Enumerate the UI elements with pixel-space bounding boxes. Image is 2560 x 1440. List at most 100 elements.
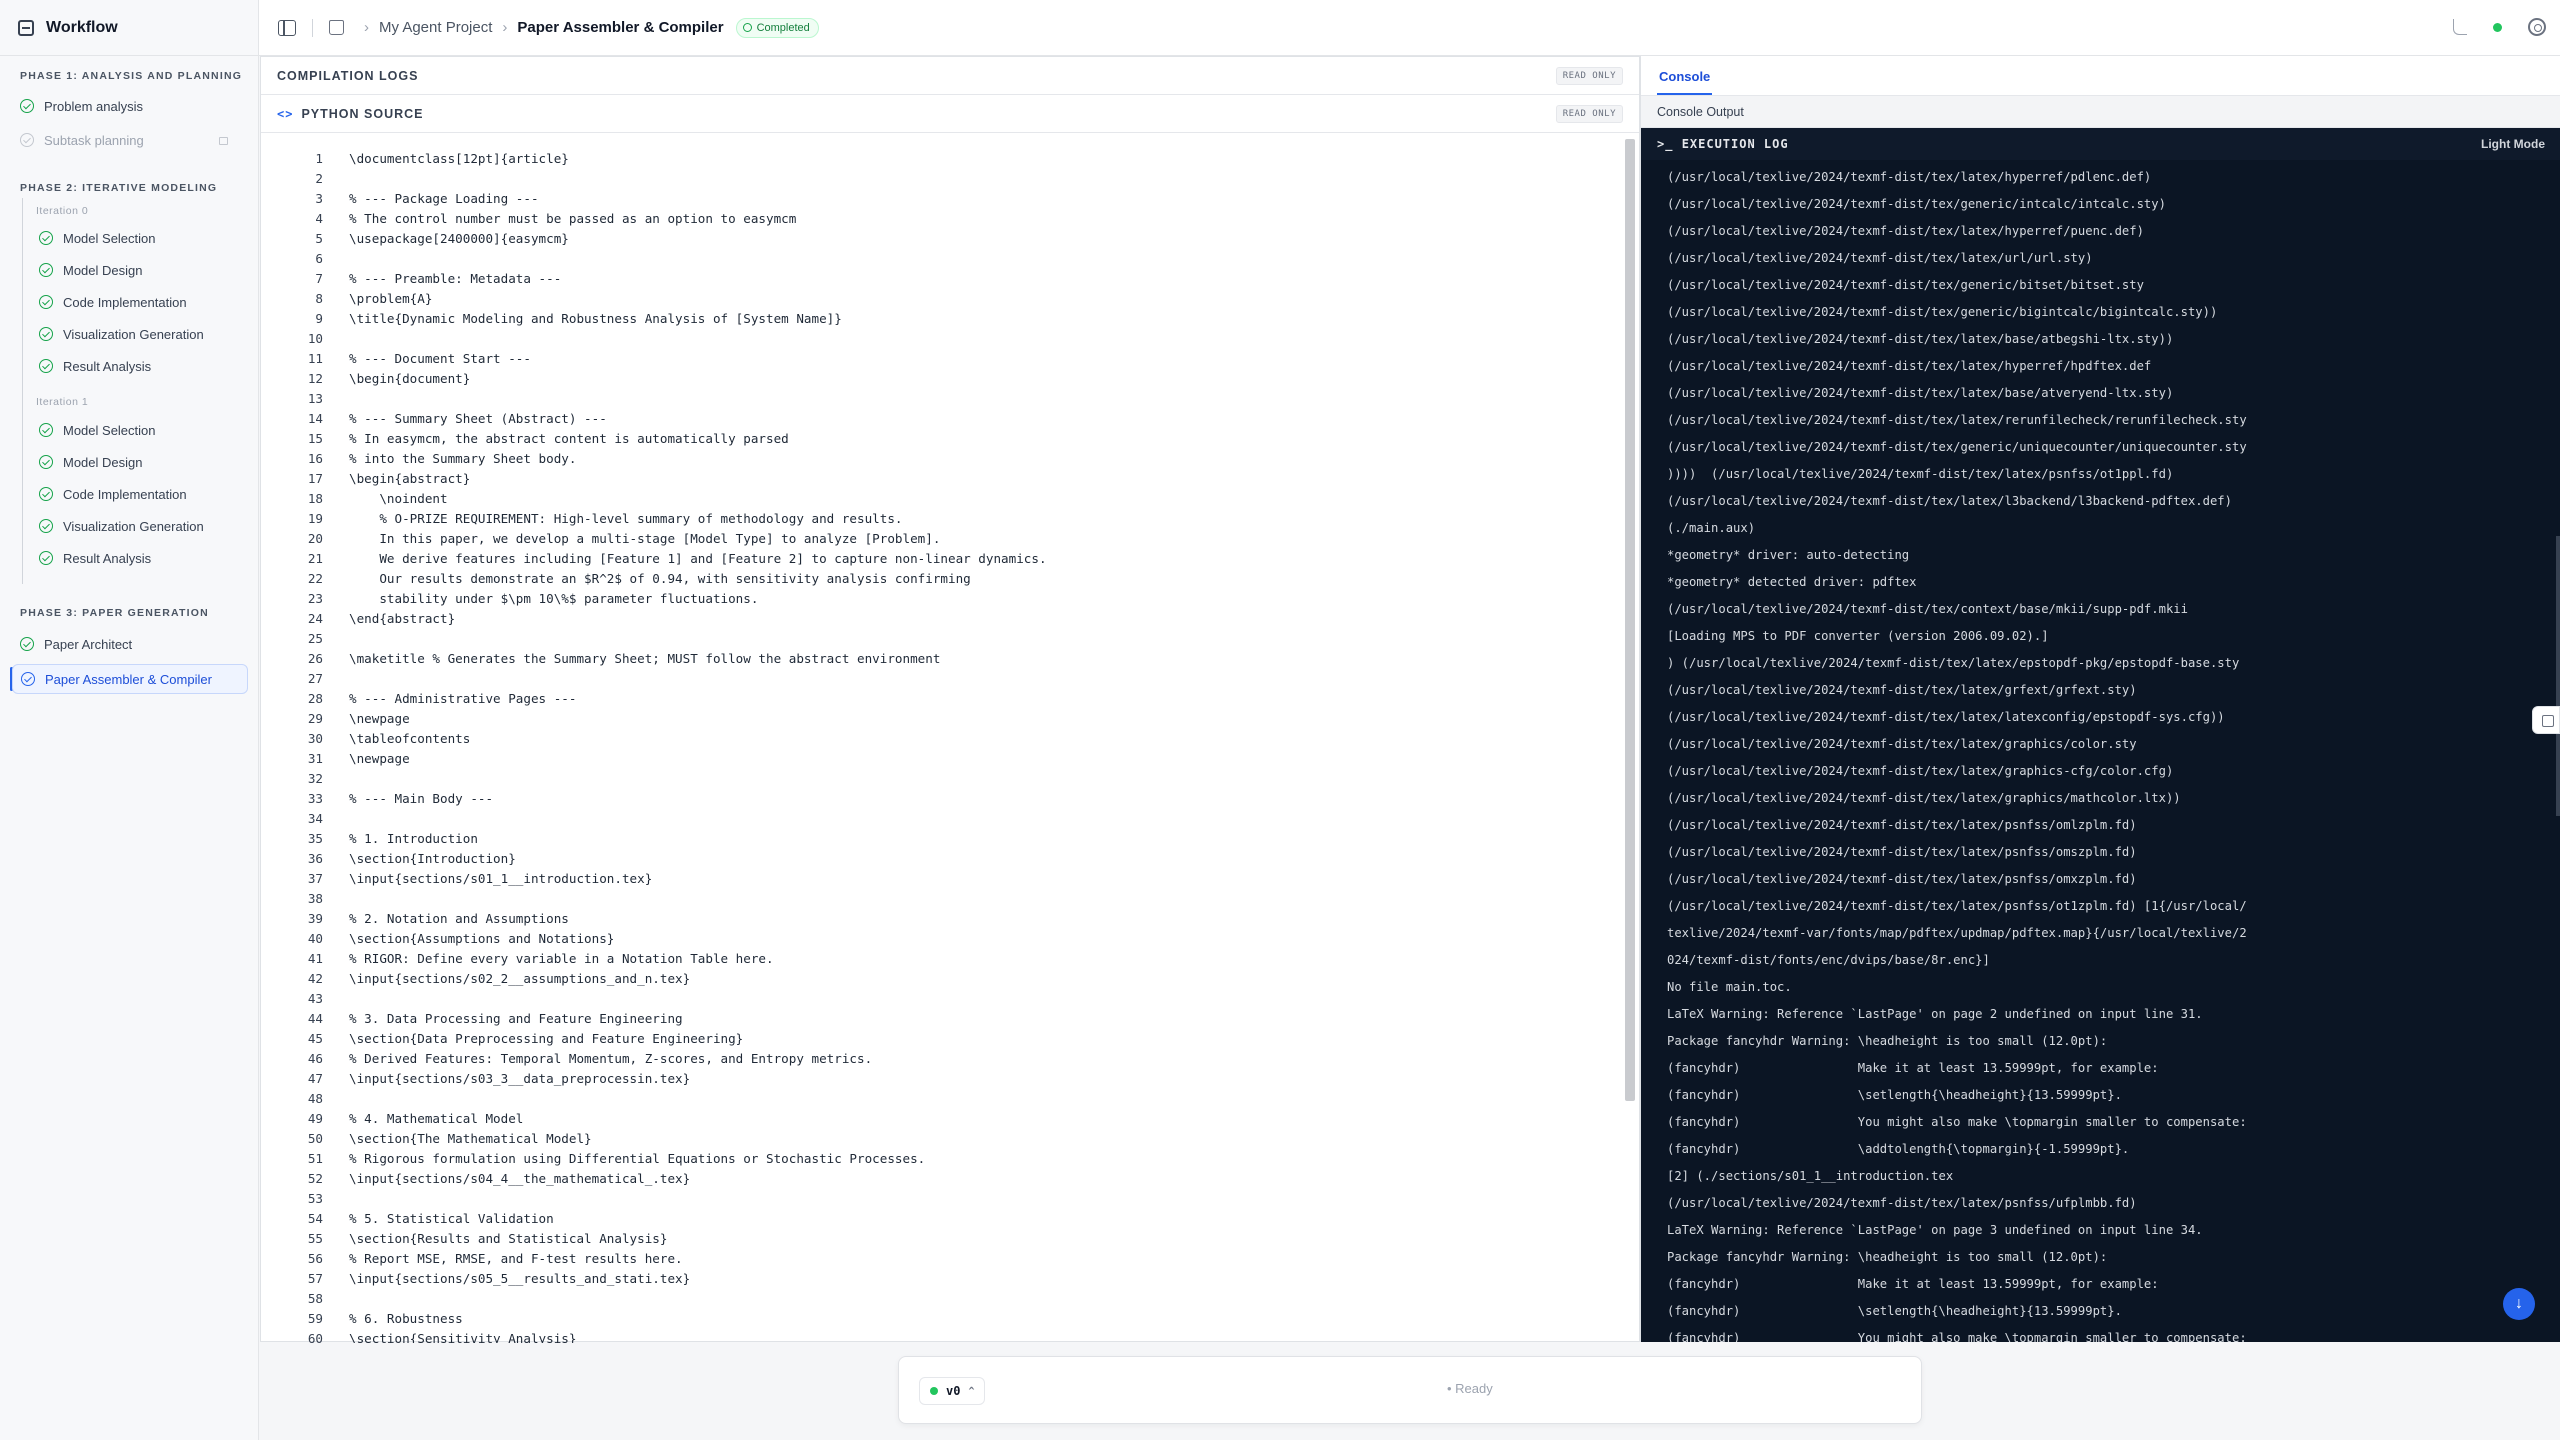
code-line: 39 % 2. Notation and Assumptions [261, 909, 1621, 929]
sidebar-item-visualization-generation-1[interactable]: Visualization Generation [12, 512, 248, 540]
version-selector[interactable]: v0 ^ [919, 1377, 986, 1405]
scroll-down-button[interactable]: ↓ [2503, 1288, 2535, 1320]
sidebar-item-visualization-generation-0[interactable]: Visualization Generation [12, 320, 248, 348]
line-number: 41 [307, 951, 323, 966]
line-number: 13 [307, 391, 323, 406]
panel-toggle-icon[interactable] [2532, 706, 2560, 734]
code-text: % into the Summary Sheet body. [349, 451, 577, 466]
code-text: \problem{A} [349, 291, 433, 306]
scrollbar[interactable] [1625, 139, 1635, 1101]
line-number: 31 [307, 751, 323, 766]
sidebar-item-subtask-planning[interactable]: Subtask planning [12, 126, 248, 154]
log-line: (/usr/local/texlive/2024/texmf-dist/tex/… [1667, 683, 2137, 697]
code-line: 56 % Report MSE, RMSE, and F-test results… [261, 1249, 1621, 1269]
line-number: 29 [307, 711, 323, 726]
log-line: (fancyhdr) \setlength{\headheight}{13.59… [1667, 1304, 2122, 1318]
line-number: 42 [307, 971, 323, 986]
read-only-badge: READ ONLY [1555, 104, 1623, 123]
code-line: 1 \documentclass[12pt]{article} [261, 149, 1621, 169]
code-line: 25 [261, 629, 1621, 649]
line-number: 12 [307, 371, 323, 386]
sidebar-item-paper-architect[interactable]: Paper Architect [12, 630, 248, 658]
git-branch-icon[interactable] [2453, 19, 2467, 35]
sidebar-toggle-icon[interactable] [278, 19, 296, 36]
breadcrumb-project[interactable]: My Agent Project [379, 19, 492, 36]
divider [312, 18, 313, 37]
log-line: ) (/usr/local/texlive/2024/texmf-dist/te… [1667, 656, 2240, 670]
code-line: 60 \section{Sensitivity Analysis} [261, 1329, 1621, 1343]
line-number: 46 [307, 1051, 323, 1066]
line-number: 37 [307, 871, 323, 886]
log-line: (/usr/local/texlive/2024/texmf-dist/tex/… [1667, 332, 2174, 346]
log-line: texlive/2024/texmf-var/fonts/map/pdftex/… [1667, 926, 2247, 940]
log-line: (fancyhdr) \setlength{\headheight}{13.59… [1667, 1088, 2122, 1102]
code-text: % 2. Notation and Assumptions [349, 911, 569, 926]
line-number: 10 [307, 331, 323, 346]
code-text: % --- Summary Sheet (Abstract) --- [349, 411, 607, 426]
sidebar: Workflow PHASE 1: ANALYSIS AND PLANNING … [0, 0, 259, 1440]
bottom-bar: v0 ^ • Ready [898, 1356, 1922, 1424]
log-line: (/usr/local/texlive/2024/texmf-dist/tex/… [1667, 872, 2137, 886]
code-line: 20 In this paper, we develop a multi-sta… [261, 529, 1621, 549]
code-text: stability under $\pm 10\%$ parameter flu… [349, 591, 759, 606]
sidebar-item-model-design-0[interactable]: Model Design [12, 256, 248, 284]
line-number: 60 [307, 1331, 323, 1343]
sidebar-item-paper-assembler[interactable]: Paper Assembler & Compiler [12, 664, 248, 694]
line-number: 43 [307, 991, 323, 1006]
sidebar-item-code-implementation-0[interactable]: Code Implementation [12, 288, 248, 316]
tab-console[interactable]: Console [1657, 69, 1713, 95]
sidebar-item-result-analysis-1[interactable]: Result Analysis [12, 544, 248, 572]
line-number: 17 [307, 471, 323, 486]
code-text: \documentclass[12pt]{article} [349, 151, 569, 166]
code-text: We derive features including [Feature 1]… [349, 551, 1047, 566]
code-text: \input{sections/s05_5__results_and_stati… [349, 1271, 691, 1286]
scrollbar[interactable] [2556, 536, 2560, 816]
code-line: 36 \section{Introduction} [261, 849, 1621, 869]
log-line: 024/texmf-dist/fonts/enc/dvips/base/8r.e… [1667, 953, 1990, 967]
sidebar-item-result-analysis-0[interactable]: Result Analysis [12, 352, 248, 380]
line-number: 6 [315, 251, 323, 266]
code-line: 9 \title{Dynamic Modeling and Robustness … [261, 309, 1621, 329]
sidebar-item-model-selection-0[interactable]: Model Selection [12, 224, 248, 252]
log-line: (/usr/local/texlive/2024/texmf-dist/tex/… [1667, 791, 2181, 805]
line-number: 1 [315, 151, 323, 166]
code-line: 59 % 6. Robustness [261, 1309, 1621, 1329]
ready-status: • Ready [1447, 1381, 1493, 1396]
code-line: 2 [261, 169, 1621, 189]
line-number: 59 [307, 1311, 323, 1326]
line-number: 39 [307, 911, 323, 926]
sidebar-item-model-design-1[interactable]: Model Design [12, 448, 248, 476]
log-line: LaTeX Warning: Reference `LastPage' on p… [1667, 1007, 2203, 1021]
line-number: 38 [307, 891, 323, 906]
sidebar-item-problem-analysis[interactable]: Problem analysis [12, 92, 248, 120]
log-line: (/usr/local/texlive/2024/texmf-dist/tex/… [1667, 818, 2137, 832]
line-number: 49 [307, 1111, 323, 1126]
sidebar-item-code-implementation-1[interactable]: Code Implementation [12, 480, 248, 508]
line-number: 54 [307, 1211, 323, 1226]
log-line: (/usr/local/texlive/2024/texmf-dist/tex/… [1667, 1196, 2137, 1210]
code-line: 26 \maketitle % Generates the Summary She… [261, 649, 1621, 669]
code-text: % 5. Statistical Validation [349, 1211, 554, 1226]
line-number: 26 [307, 651, 323, 666]
code-editor[interactable]: 1 \documentclass[12pt]{article} 2 3% --- Pa… [261, 137, 1621, 1343]
log-line: (/usr/local/texlive/2024/texmf-dist/tex/… [1667, 305, 2218, 319]
line-number: 20 [307, 531, 323, 546]
phase-1-label: PHASE 1: ANALYSIS AND PLANNING [20, 70, 243, 82]
sidebar-item-model-selection-1[interactable]: Model Selection [12, 416, 248, 444]
home-icon[interactable] [329, 20, 344, 35]
code-text: % Rigorous formulation using Differentia… [349, 1151, 926, 1166]
code-text: \section{The Mathematical Model} [349, 1131, 592, 1146]
compilation-logs-title: COMPILATION LOGS [277, 68, 419, 83]
gear-icon[interactable] [2528, 18, 2546, 36]
code-text: \maketitle % Generates the Summary Sheet… [349, 651, 941, 666]
line-number: 25 [307, 631, 323, 646]
line-number: 2 [315, 171, 323, 186]
check-circle-icon [39, 231, 53, 245]
line-number: 18 [307, 491, 323, 506]
log-line: Package fancyhdr Warning: \headheight is… [1667, 1034, 2108, 1048]
top-bar-actions [2453, 18, 2546, 36]
terminal-icon: >_ [1657, 137, 1682, 151]
code-text: % RIGOR: Define every variable in a Nota… [349, 951, 774, 966]
light-mode-button[interactable]: Light Mode [2481, 137, 2545, 151]
